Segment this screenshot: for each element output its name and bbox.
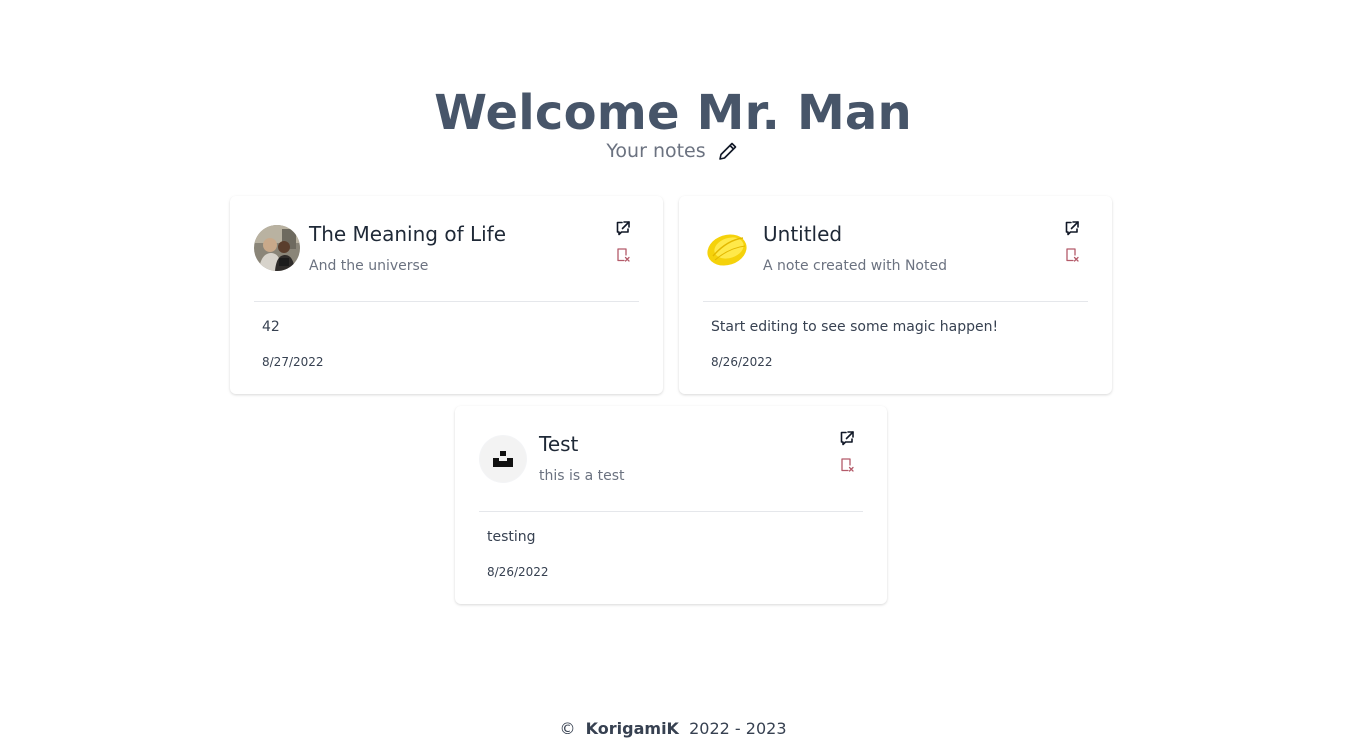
card-divider [479,511,863,512]
pencil-icon[interactable] [716,139,740,163]
note-description: And the universe [309,258,429,274]
note-title: Untitled [763,222,843,246]
page-subtitle: Your notes [606,140,706,162]
note-content: Start editing to see some magic happen! [711,319,999,335]
note-title: The Meaning of Life [309,222,507,246]
page-subtitle-row: Your notes [0,136,1346,166]
copyright-symbol: © [559,719,576,738]
note-date: 8/26/2022 [711,355,773,369]
unsplash-logo-avatar [479,435,527,483]
note-card[interactable]: Untitled A note created with Noted Start… [679,196,1112,394]
note-card[interactable]: The Meaning of Life And the universe 42 … [230,196,663,394]
delete-note-icon[interactable] [839,457,855,473]
photo-avatar [254,225,300,271]
note-date: 8/27/2022 [262,355,324,369]
note-content: 42 [262,319,280,335]
note-title: Test [539,432,579,456]
external-link-icon[interactable] [839,430,855,446]
footer-brand-link[interactable]: KorigamiK [586,719,679,738]
footer: © KorigamiK 2022 - 2023 [0,716,1346,742]
note-date: 8/26/2022 [487,565,549,579]
external-link-icon[interactable] [1064,220,1080,236]
page: Welcome Mr. Man Your notes The Meaning o [0,0,1346,756]
card-divider [254,301,639,302]
delete-note-icon[interactable] [1064,247,1080,263]
page-title: Welcome Mr. Man [434,85,912,141]
note-description: A note created with Noted [763,258,947,274]
footer-years: 2022 - 2023 [689,719,787,738]
note-content: testing [487,529,536,545]
note-description: this is a test [539,468,625,484]
lemon-avatar [705,226,749,270]
note-card[interactable]: Test this is a test testing 8/26/2022 [455,406,887,604]
card-divider [703,301,1088,302]
delete-note-icon[interactable] [615,247,631,263]
external-link-icon[interactable] [615,220,631,236]
